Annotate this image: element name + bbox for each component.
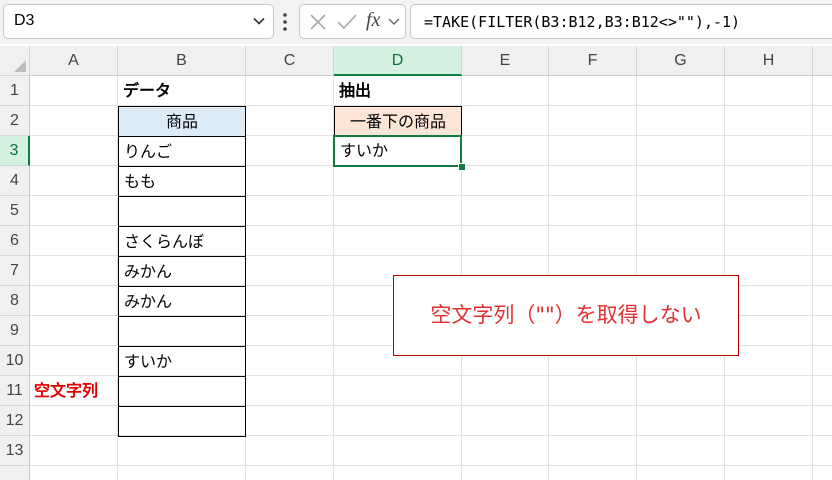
column-header-g[interactable]: G (637, 46, 725, 76)
cell-b10[interactable]: すいか (118, 346, 246, 377)
row-header-1[interactable]: 1 (0, 76, 30, 106)
cell-b3[interactable]: りんご (118, 136, 246, 167)
row-header-2[interactable]: 2 (0, 106, 30, 136)
fill-handle[interactable] (458, 163, 466, 171)
cell-b8[interactable]: みかん (118, 286, 246, 317)
column-header-d[interactable]: D (334, 46, 462, 76)
formula-bar: D3 fx =TAKE(FILTER(B3:B12,B3:B12<>""),-1… (0, 0, 832, 44)
cell-b12[interactable] (118, 406, 246, 437)
row-header-3[interactable]: 3 (0, 136, 30, 166)
row-header-9[interactable]: 9 (0, 316, 30, 346)
cell-a11[interactable]: 空文字列 (30, 376, 118, 406)
row-header-14[interactable] (0, 466, 30, 480)
name-box[interactable]: D3 (3, 4, 274, 39)
formula-input[interactable]: =TAKE(FILTER(B3:B12,B3:B12<>""),-1) (410, 4, 832, 39)
row-header-7[interactable]: 7 (0, 256, 30, 286)
gridline (812, 76, 813, 480)
cell-d2[interactable]: 一番下の商品 (334, 106, 462, 137)
formula-controls: fx (299, 4, 406, 39)
chevron-down-icon[interactable] (388, 17, 400, 27)
insert-function-icon[interactable]: fx (366, 9, 380, 32)
cell-d3[interactable]: すいか (333, 135, 462, 167)
cell-b7[interactable]: みかん (118, 256, 246, 287)
column-header-f[interactable]: F (549, 46, 637, 76)
column-header-i[interactable] (813, 46, 832, 76)
formula-text: =TAKE(FILTER(B3:B12,B3:B12<>""),-1) (424, 13, 741, 31)
chevron-down-icon[interactable] (253, 15, 265, 27)
cell-b5[interactable] (118, 196, 246, 227)
column-header-c[interactable]: C (246, 46, 334, 76)
row-header-8[interactable]: 8 (0, 286, 30, 316)
name-box-value: D3 (14, 12, 35, 29)
select-all-corner[interactable] (0, 46, 30, 76)
annotation-textbox[interactable]: 空文字列（""）を取得しない (393, 275, 739, 356)
row-header-6[interactable]: 6 (0, 226, 30, 256)
cell-b2[interactable]: 商品 (118, 106, 246, 137)
column-header-a[interactable]: A (30, 46, 118, 76)
check-icon[interactable] (336, 12, 358, 32)
column-header-e[interactable]: E (462, 46, 549, 76)
row-header-11[interactable]: 11 (0, 376, 30, 406)
cell-b9[interactable] (118, 316, 246, 347)
cell-b4[interactable]: もも (118, 166, 246, 197)
select-all-icon (14, 60, 26, 72)
cell-b6[interactable]: さくらんぼ (118, 226, 246, 257)
cell-d1[interactable]: 抽出 (334, 76, 462, 106)
cell-b11[interactable] (118, 376, 246, 407)
cancel-icon[interactable] (308, 12, 328, 32)
row-header-13[interactable]: 13 (0, 436, 30, 466)
row-header-10[interactable]: 10 (0, 346, 30, 376)
cell-b1[interactable]: データ (118, 76, 246, 106)
more-options-icon[interactable] (282, 12, 288, 32)
gridline (30, 465, 832, 466)
spreadsheet-grid: A B C D E F G H 1 2 3 4 5 6 7 8 9 10 11 … (0, 46, 832, 480)
row-header-4[interactable]: 4 (0, 166, 30, 196)
column-header-b[interactable]: B (118, 46, 246, 76)
row-header-5[interactable]: 5 (0, 196, 30, 226)
column-header-h[interactable]: H (725, 46, 813, 76)
row-header-12[interactable]: 12 (0, 406, 30, 436)
